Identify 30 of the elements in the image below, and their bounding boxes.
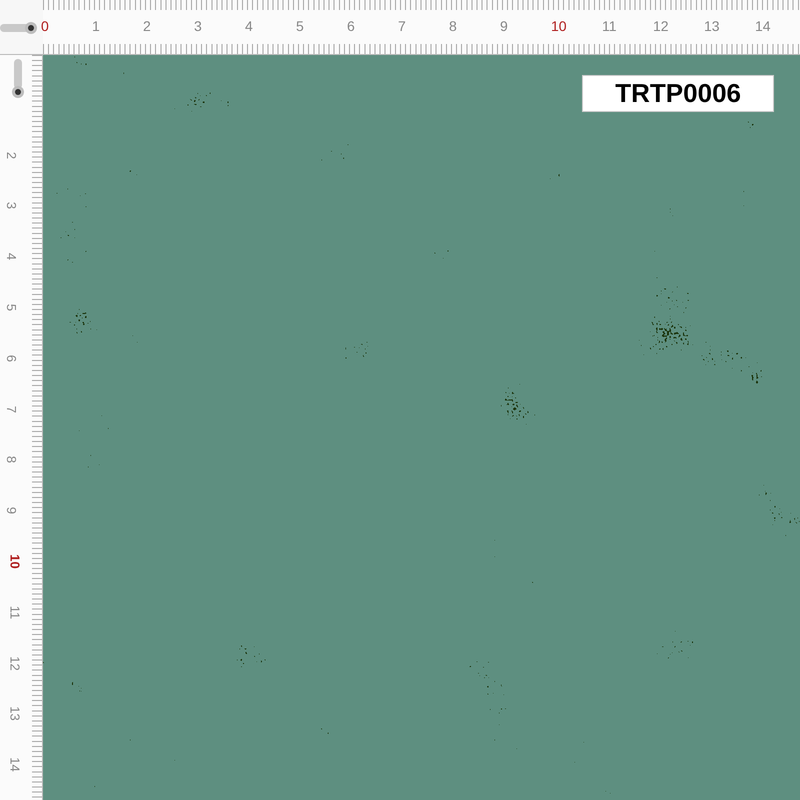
- ruler-number: 10: [8, 554, 23, 569]
- ruler-number: 11: [7, 606, 22, 620]
- ruler-number: 2: [143, 18, 151, 34]
- ruler-number: 6: [4, 354, 20, 362]
- ruler-number: 14: [755, 18, 771, 34]
- ruler-number: 7: [398, 18, 406, 34]
- ruler-number: 14: [8, 757, 23, 772]
- ruler-number: 10: [551, 18, 567, 34]
- ruler-number: 13: [704, 18, 720, 34]
- ruler-number: 9: [500, 18, 508, 34]
- ruler-number: 7: [4, 405, 20, 413]
- ruler-number: 11: [602, 18, 617, 34]
- ruler-number: 8: [449, 18, 457, 34]
- ruler-number: 4: [4, 253, 20, 260]
- ruler-number: 5: [4, 304, 20, 312]
- pin-icon: [10, 59, 26, 101]
- ruler-number: 13: [8, 706, 23, 722]
- ruler-number: 12: [653, 18, 669, 34]
- ruler-number: 9: [4, 507, 20, 514]
- ruler-number: 2: [4, 151, 20, 159]
- ruler-number: 0: [41, 18, 49, 34]
- ruler-number: 1: [92, 18, 100, 34]
- ruler-number: 4: [245, 18, 253, 34]
- ruler-number: 8: [4, 456, 20, 464]
- ruler-number: 12: [8, 656, 23, 670]
- ruler-number: 6: [347, 18, 355, 34]
- ruler-number: 3: [4, 202, 20, 210]
- ruler-number: 5: [296, 18, 304, 34]
- pattern-code-label: TRTP0006: [582, 75, 774, 112]
- ruler-number: 3: [194, 18, 202, 34]
